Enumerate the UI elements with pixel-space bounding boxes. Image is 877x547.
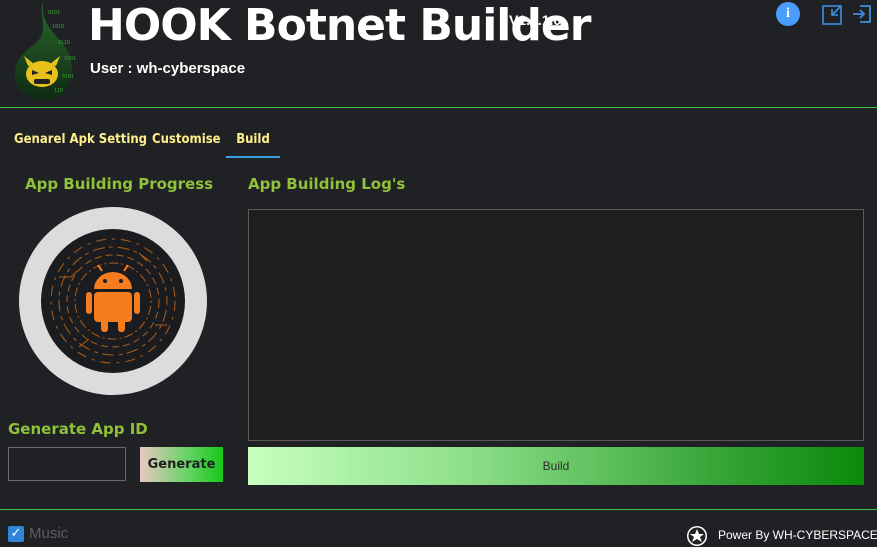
tab-build[interactable]: Build [226,126,280,158]
header-divider [0,107,877,108]
app-id-input[interactable] [8,447,126,481]
svg-text:0101: 0101 [62,74,74,80]
svg-text:0101: 0101 [48,10,60,16]
music-checkbox[interactable]: ✓ [8,526,24,542]
log-heading: App Building Log's [248,175,406,193]
user-label: User : wh-cyberspace [90,60,246,77]
build-progress-ring [19,207,207,395]
version-label: V1.0.1.0 [509,12,562,28]
app-id-heading: Generate App ID [8,420,148,438]
progress-heading: App Building Progress [25,175,214,193]
header: 0101 1010 0110 1001 0101 110 HOOK Botnet Bu… [0,0,877,108]
build-button[interactable]: Build [248,447,864,485]
shield-logo-icon [687,526,707,546]
exit-icon[interactable] [851,3,873,25]
tab-customise[interactable]: Customise [152,126,221,156]
music-label: Music [29,525,69,542]
svg-text:1010: 1010 [52,24,64,30]
footer-divider [0,509,877,510]
build-log-textarea[interactable] [248,209,864,441]
powered-by-label: Power By WH-CYBERSPACE [718,528,877,542]
info-icon[interactable]: i [776,2,800,26]
tab-general-apk-setting[interactable]: Genarel Apk Setting [14,126,147,156]
hook-logo-icon: 0101 1010 0110 1001 0101 110 [14,0,76,101]
minimize-icon[interactable] [821,4,843,26]
svg-text:0110: 0110 [58,40,70,46]
generate-button[interactable]: Generate [140,447,223,482]
svg-text:1001: 1001 [64,56,76,62]
svg-text:110: 110 [54,88,63,94]
